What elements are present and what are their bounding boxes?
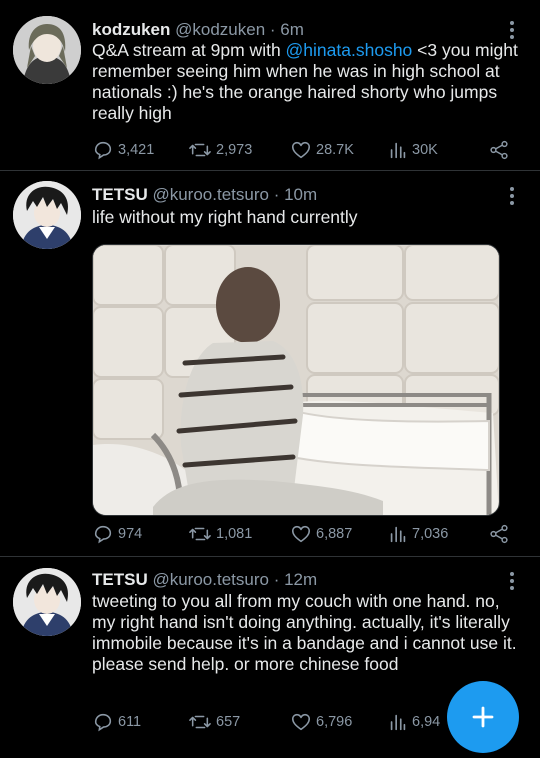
avatar[interactable]	[13, 181, 81, 249]
display-name[interactable]: TETSU	[92, 570, 148, 589]
reply-count: 974	[118, 526, 143, 542]
retweet-icon	[189, 143, 211, 157]
like-count: 6,796	[316, 714, 353, 730]
views-count: 7,036	[412, 526, 449, 542]
avatar-image	[13, 16, 81, 84]
padded-room-photo	[93, 245, 499, 515]
tweet-kodzuken[interactable]: kodzuken @kodzuken · 6m Q&A stream at 9p…	[0, 0, 540, 168]
reply-icon	[94, 525, 112, 544]
like-count: 28.7K	[316, 142, 354, 158]
more-options-icon[interactable]	[510, 572, 516, 593]
views-count: 30K	[412, 142, 438, 158]
handle[interactable]: @kuroo.tetsuro	[152, 570, 268, 589]
like-count: 6,887	[316, 526, 353, 542]
retweet-button[interactable]: 1,081	[188, 523, 252, 545]
like-button[interactable]: 28.7K	[290, 139, 354, 161]
tweet-header: kodzuken @kodzuken · 6m	[92, 19, 304, 41]
retweet-icon	[189, 715, 211, 729]
views-button[interactable]: 7,036	[388, 523, 448, 545]
reply-button[interactable]: 3,421	[92, 139, 154, 161]
tweet-actions: 974 1,081 6,887 7,036	[92, 523, 522, 547]
tweet-text: Q&A stream at 9pm with @hinata.shosho <3…	[92, 40, 522, 124]
reply-icon	[94, 141, 112, 160]
tweet-header: TETSU @kuroo.tetsuro · 12m	[92, 569, 317, 591]
display-name[interactable]: kodzuken	[92, 20, 170, 39]
tweet-actions: 3,421 2,973 28.7K 30K	[92, 139, 522, 163]
mention-link[interactable]: @hinata.shosho	[286, 40, 413, 60]
reply-count: 3,421	[118, 142, 155, 158]
compose-button[interactable]	[447, 681, 519, 753]
reply-button[interactable]: 611	[92, 711, 141, 733]
timestamp: · 12m	[273, 570, 318, 589]
reply-icon	[94, 713, 112, 732]
retweet-button[interactable]: 657	[188, 711, 240, 733]
avatar[interactable]	[13, 16, 81, 84]
views-button[interactable]: 6,94	[388, 711, 440, 733]
heart-icon	[291, 141, 311, 159]
tweet-header: TETSU @kuroo.tetsuro · 10m	[92, 184, 317, 206]
like-button[interactable]: 6,796	[290, 711, 352, 733]
views-icon	[390, 526, 406, 543]
tweet-kuroo-image[interactable]: TETSU @kuroo.tetsuro · 10m life without …	[0, 171, 540, 555]
views-button[interactable]: 30K	[388, 139, 438, 161]
reply-count: 611	[118, 714, 142, 730]
avatar-image	[13, 568, 81, 636]
retweet-count: 657	[216, 714, 241, 730]
heart-icon	[291, 713, 311, 731]
views-icon	[390, 142, 406, 159]
share-icon	[490, 524, 508, 544]
more-options-icon[interactable]	[510, 21, 516, 42]
share-button[interactable]	[488, 523, 510, 545]
heart-icon	[291, 525, 311, 543]
timestamp: · 10m	[273, 185, 318, 204]
share-icon	[490, 140, 508, 160]
handle[interactable]: @kuroo.tetsuro	[152, 185, 268, 204]
retweet-count: 1,081	[216, 526, 253, 542]
tweet-text: life without my right hand currently	[92, 207, 358, 227]
compose-plus-icon	[472, 706, 494, 728]
like-button[interactable]: 6,887	[290, 523, 352, 545]
tweet-media-image[interactable]	[92, 244, 500, 516]
avatar[interactable]	[13, 568, 81, 636]
display-name[interactable]: TETSU	[92, 185, 148, 204]
views-count: 6,94	[412, 714, 441, 730]
views-icon	[390, 714, 406, 731]
handle[interactable]: @kodzuken	[175, 20, 265, 39]
tweet-text: tweeting to you all from my couch with o…	[92, 591, 517, 674]
timestamp: · 6m	[269, 20, 304, 39]
retweet-button[interactable]: 2,973	[188, 139, 252, 161]
tweet-text-start: Q&A stream at 9pm with	[92, 40, 286, 60]
reply-button[interactable]: 974	[92, 523, 142, 545]
retweet-count: 2,973	[216, 142, 253, 158]
share-button[interactable]	[488, 139, 510, 161]
avatar-image	[13, 181, 81, 249]
more-options-icon[interactable]	[510, 187, 516, 208]
retweet-icon	[189, 527, 211, 541]
